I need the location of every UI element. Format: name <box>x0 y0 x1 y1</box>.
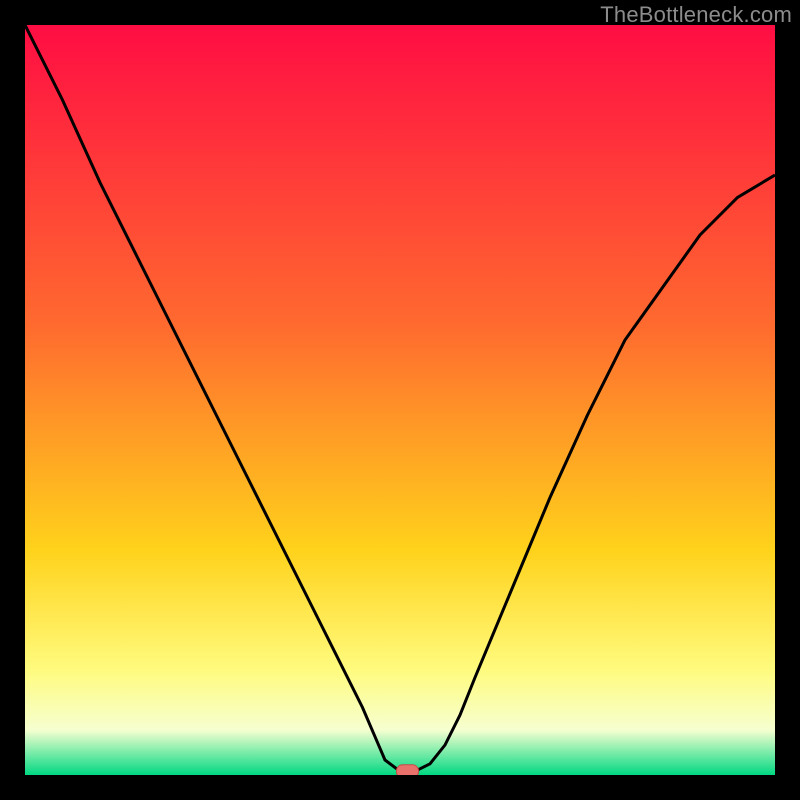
chart-frame: { "watermark": "TheBottleneck.com", "col… <box>0 0 800 800</box>
watermark-text: TheBottleneck.com <box>600 2 792 28</box>
bottleneck-chart <box>25 25 775 775</box>
gradient-background <box>25 25 775 775</box>
optimal-point-marker <box>397 765 419 775</box>
